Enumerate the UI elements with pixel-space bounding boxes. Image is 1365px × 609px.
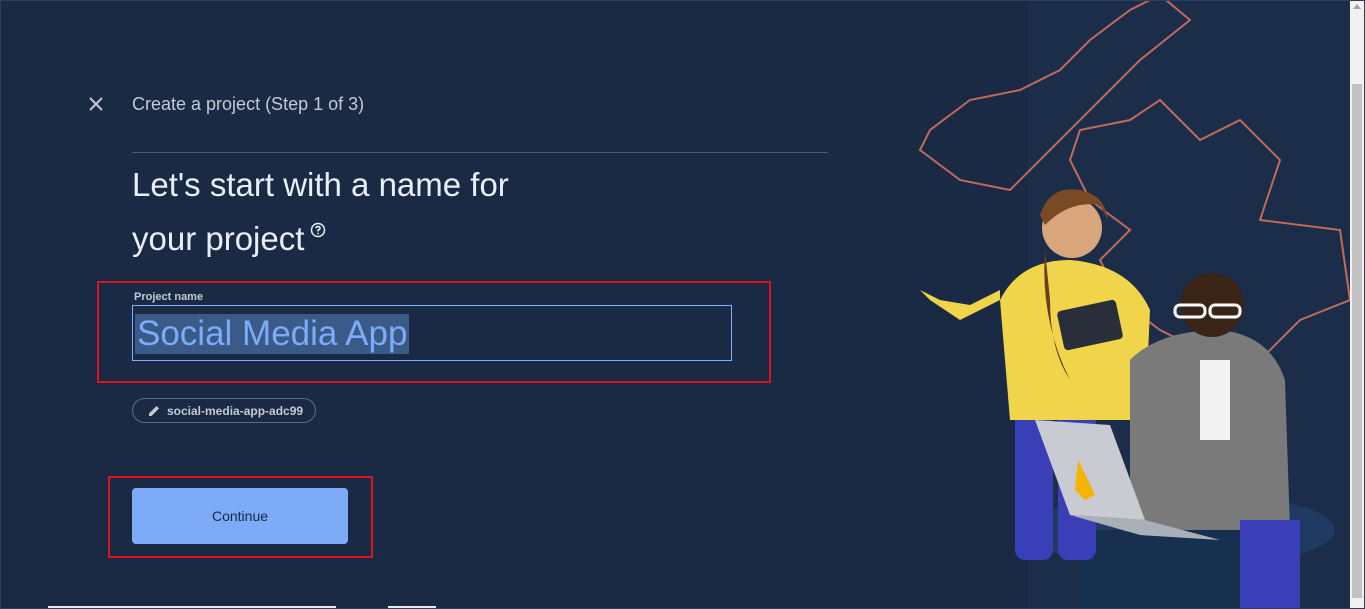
illustration — [918, 0, 1350, 609]
page-heading: Let's start with a name for your project — [132, 158, 732, 266]
project-name-label: Project name — [134, 291, 204, 303]
header-divider — [132, 152, 828, 153]
heading-line-2-text: your project — [132, 220, 305, 257]
pencil-icon — [149, 405, 159, 416]
step-title: Create a project (Step 1 of 3) — [132, 94, 365, 114]
scrollbar-thumb[interactable] — [1352, 84, 1362, 598]
project-name-input[interactable]: Social Media App — [132, 305, 732, 361]
project-name-value: Social Media App — [135, 314, 410, 354]
decor-shape-top — [918, 0, 1192, 192]
project-id-text: social-media-app-adc99 — [167, 403, 304, 418]
close-button[interactable] — [84, 92, 108, 116]
heading-line-1: Let's start with a name for — [132, 166, 509, 203]
heading-line-2: your project — [132, 212, 732, 266]
create-project-page: Create a project (Step 1 of 3) Let's sta… — [0, 0, 1365, 609]
help-circle-icon[interactable] — [310, 222, 326, 238]
scroll-up-arrow-icon[interactable] — [1353, 4, 1361, 9]
close-icon — [89, 97, 103, 111]
scrollbar[interactable] — [1350, 0, 1365, 609]
project-id-chip[interactable]: social-media-app-adc99 — [132, 398, 317, 423]
continue-button[interactable]: Continue — [132, 488, 348, 544]
